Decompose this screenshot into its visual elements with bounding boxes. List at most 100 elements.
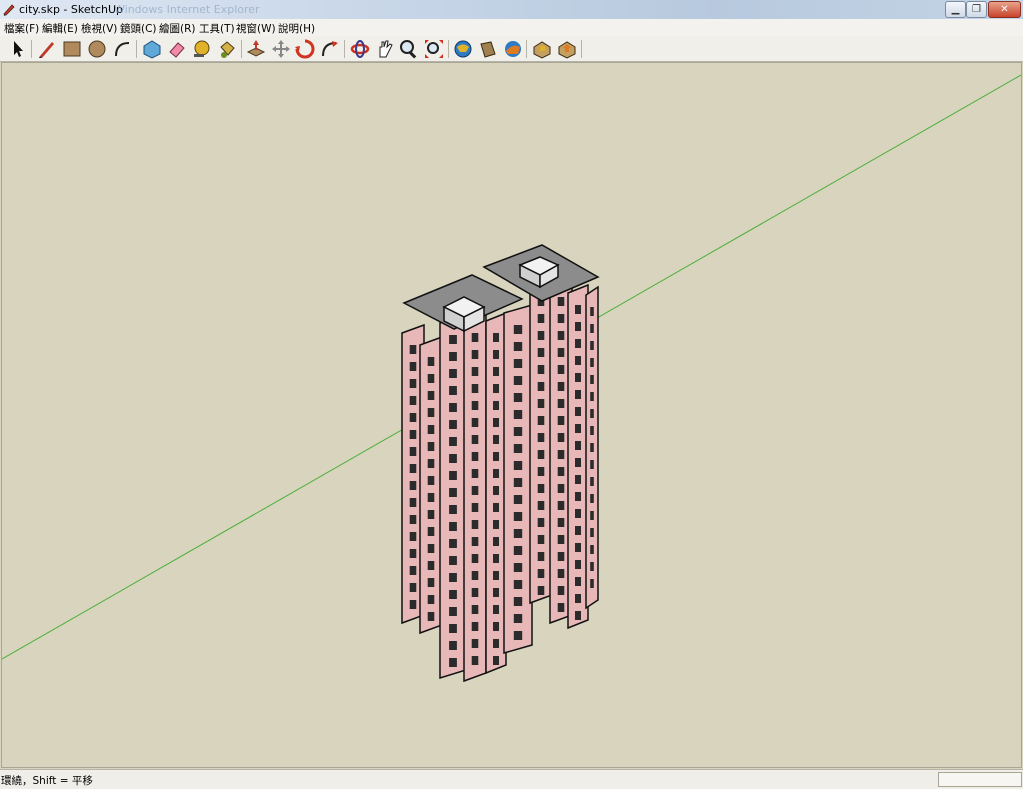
tower-window (557, 535, 565, 544)
arc-tool-button[interactable] (111, 38, 133, 60)
circle-tool-button[interactable] (86, 38, 108, 60)
follow-me-tool-button[interactable] (319, 38, 341, 60)
tower-window (590, 392, 594, 401)
eraser-tool-button[interactable] (166, 38, 188, 60)
tower-window (427, 578, 435, 587)
status-bar: 環繞，Shift = 平移 (0, 769, 1023, 789)
tower-window (449, 369, 457, 378)
component-browser-button[interactable] (531, 38, 553, 60)
tower-window (537, 467, 545, 476)
menu-window[interactable]: 視窗(W) (236, 21, 276, 36)
tower-window (537, 501, 545, 510)
tower-window (409, 498, 417, 507)
select-icon (14, 41, 23, 57)
close-button[interactable]: ✕ (988, 1, 1021, 18)
menu-file[interactable]: 檔案(F) (4, 21, 39, 36)
tower-window (471, 418, 479, 427)
toolbar-separator (136, 40, 137, 58)
tower-window (513, 393, 523, 402)
tower-window (513, 376, 523, 385)
pan-tool-button[interactable] (374, 38, 396, 60)
tower-window (590, 460, 594, 469)
menu-draw[interactable]: 繪圖(R) (159, 21, 196, 36)
zoom-tool-button[interactable] (398, 38, 420, 60)
paint-bucket-tool-button[interactable] (216, 38, 238, 60)
restore-button[interactable]: ❐ (966, 1, 987, 18)
get-models-button[interactable] (452, 38, 474, 60)
tower-window (575, 407, 581, 416)
tower-window (409, 379, 417, 388)
tower-window (493, 333, 499, 342)
zoom-icon (400, 40, 417, 59)
push-pull-tool-button[interactable] (245, 38, 267, 60)
share-model-button[interactable] (477, 38, 499, 60)
menu-help[interactable]: 說明(H) (278, 21, 315, 36)
tower-window (493, 452, 499, 461)
tower-window (590, 528, 594, 537)
tower-window (493, 537, 499, 546)
tower-window (537, 331, 545, 340)
move-tool-button[interactable] (270, 38, 292, 60)
make-component-button[interactable] (141, 38, 163, 60)
rotate-tool-button[interactable] (294, 38, 316, 60)
share-component-icon (558, 41, 576, 59)
tower-window (575, 492, 581, 501)
menu-view[interactable]: 檢視(V) (81, 21, 117, 36)
zoom-extents-icon (425, 40, 443, 58)
tower-window (590, 494, 594, 503)
tape-measure-tool-button[interactable] (191, 38, 213, 60)
modeling-viewport[interactable] (1, 62, 1022, 768)
tower-window (537, 484, 545, 493)
tower-window (409, 481, 417, 490)
tower-window (493, 503, 499, 512)
minimize-button[interactable]: ▁ (945, 1, 966, 18)
tape-measure-icon (194, 40, 210, 57)
tower-window (493, 401, 499, 410)
tower-window (537, 518, 545, 527)
google-earth-button[interactable] (502, 38, 524, 60)
tower-window (537, 552, 545, 561)
tower-window (427, 612, 435, 621)
scene-canvas[interactable] (2, 63, 1021, 767)
tower-window (575, 322, 581, 331)
tower-window (427, 391, 435, 400)
toolbar-separator (241, 40, 242, 58)
tower-window (471, 537, 479, 546)
tower-window (513, 512, 523, 521)
tower-window (557, 416, 565, 425)
tower-window (449, 539, 457, 548)
rectangle-tool-button[interactable] (61, 38, 83, 60)
menu-edit[interactable]: 編輯(E) (42, 21, 78, 36)
rotate-icon (295, 39, 315, 59)
window-title-overlay: Windows Internet Explorer (114, 3, 260, 16)
building-model[interactable] (401, 244, 600, 683)
tower-window (449, 454, 457, 463)
make-component-icon (143, 40, 161, 59)
tower-window (449, 403, 457, 412)
menu-tools[interactable]: 工具(T) (199, 21, 235, 36)
tower-window (493, 486, 499, 495)
tower-window (409, 600, 417, 609)
tower-window (409, 345, 417, 354)
menu-camera[interactable]: 鏡頭(C) (120, 21, 157, 36)
tower-window (493, 639, 499, 648)
zoom-extents-tool-button[interactable] (423, 38, 445, 60)
toolbar (0, 36, 1023, 62)
tower-window (427, 561, 435, 570)
close-icon: ✕ (1000, 4, 1009, 15)
tower-window (557, 365, 565, 374)
tower-window (513, 580, 523, 589)
tower-window (471, 622, 479, 631)
measurements-box[interactable] (938, 772, 1022, 787)
eraser-icon (169, 42, 185, 58)
sketchup-app-icon (3, 4, 15, 16)
tower-window (537, 314, 545, 323)
orbit-tool-button[interactable] (349, 38, 371, 60)
tower-window (493, 367, 499, 376)
tower-window (493, 588, 499, 597)
select-tool-button[interactable] (7, 38, 29, 60)
tower-window (427, 476, 435, 485)
share-component-button[interactable] (556, 38, 578, 60)
title-bar: city.skp - SketchUp Windows Internet Exp… (0, 0, 1023, 19)
line-tool-button[interactable] (36, 38, 58, 60)
